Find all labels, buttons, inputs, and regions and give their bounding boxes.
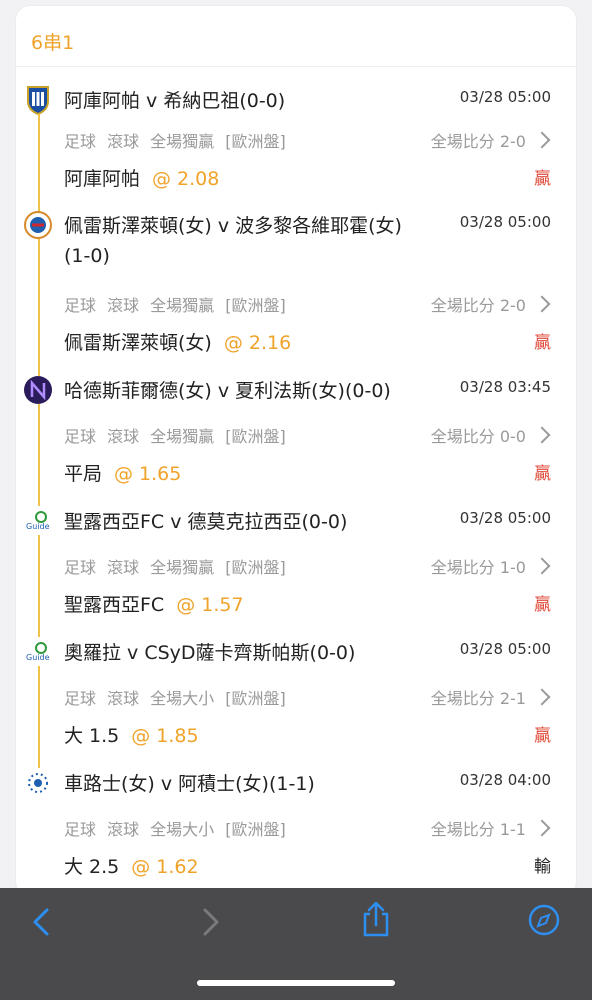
bet-result: 贏	[534, 333, 551, 353]
crest-logo-icon	[24, 211, 52, 239]
bet-odds: @ 2.08	[152, 168, 220, 190]
match-time: 03/28 04:00	[459, 771, 551, 789]
bet-result: 贏	[534, 726, 551, 746]
chevron-right-icon[interactable]	[533, 131, 551, 149]
guide-logo-icon: Guide	[24, 507, 52, 535]
bet-meta: 足球 滾球 全場獨贏 [歐洲盤]	[64, 558, 286, 577]
home-indicator[interactable]	[197, 980, 395, 986]
match-title: 佩雷斯澤萊頓(女) v 波多黎各維耶霍(女)(1-0)	[64, 215, 402, 267]
chevron-right-icon[interactable]	[533, 295, 551, 313]
svg-text:Guide: Guide	[26, 522, 50, 531]
full-score: 全場比分 1-1	[430, 820, 526, 839]
match-time: 03/28 03:45	[459, 378, 551, 396]
chevron-right-icon[interactable]	[533, 819, 551, 837]
full-score: 全場比分 0-0	[430, 427, 526, 446]
bet-odds: @ 1.62	[131, 856, 199, 878]
bet-item[interactable]: Guide 聖露西亞FC v 德莫克拉西亞(0-0) 03/28 05:00 足…	[16, 507, 576, 637]
bet-result: 贏	[534, 169, 551, 189]
bet-pick: 大 1.5 @ 1.85	[64, 725, 199, 747]
full-score: 全場比分 1-0	[430, 558, 526, 577]
match-time: 03/28 05:00	[459, 640, 551, 658]
bet-result: 贏	[534, 595, 551, 615]
bet-odds: @ 2.16	[223, 332, 292, 354]
bet-meta: 足球 滾球 全場獨贏 [歐洲盤]	[64, 132, 286, 151]
parlay-card: 6串1 阿庫阿帕 v 希納巴祖(0-0) 03/28 05:00 足球 滾球 全…	[16, 6, 576, 896]
bet-pick: 聖露西亞FC @ 1.57	[64, 594, 244, 616]
bet-pick: 平局 @ 1.65	[64, 463, 182, 485]
bet-item[interactable]: 車路士(女) v 阿積士(女)(1-1) 03/28 04:00 足球 滾球 全…	[16, 769, 576, 894]
bet-meta: 足球 滾球 全場大小 [歐洲盤]	[64, 820, 286, 839]
n-logo-icon	[24, 376, 52, 404]
bet-pick: 阿庫阿帕 @ 2.08	[64, 168, 220, 190]
bet-result: 贏	[534, 464, 551, 484]
stars-logo-icon	[24, 769, 52, 797]
bet-meta: 足球 滾球 全場獨贏 [歐洲盤]	[64, 296, 286, 315]
card-header: 6串1	[16, 6, 576, 67]
chevron-right-icon[interactable]	[533, 557, 551, 575]
match-title: 奧羅拉 v CSyD薩卡齊斯帕斯(0-0)	[64, 642, 356, 664]
match-title: 聖露西亞FC v 德莫克拉西亞(0-0)	[64, 511, 348, 533]
guide-logo-icon: Guide	[24, 638, 52, 666]
full-score: 全場比分 2-0	[430, 296, 526, 315]
match-time: 03/28 05:00	[459, 88, 551, 106]
full-score: 全場比分 2-1	[430, 689, 526, 708]
chevron-right-icon[interactable]	[533, 688, 551, 706]
back-icon[interactable]	[28, 906, 56, 942]
match-title: 車路士(女) v 阿積士(女)(1-1)	[64, 773, 315, 795]
match-time: 03/28 05:00	[459, 509, 551, 527]
bet-meta: 足球 滾球 全場獨贏 [歐洲盤]	[64, 427, 286, 446]
forward-icon[interactable]	[196, 906, 224, 942]
share-icon[interactable]	[360, 900, 392, 942]
bet-odds: @ 1.85	[131, 725, 199, 747]
chevron-right-icon[interactable]	[533, 426, 551, 444]
bet-item[interactable]: Guide 奧羅拉 v CSyD薩卡齊斯帕斯(0-0) 03/28 05:00 …	[16, 638, 576, 768]
parlay-title: 6串1	[31, 32, 75, 54]
bet-item[interactable]: 佩雷斯澤萊頓(女) v 波多黎各維耶霍(女)(1-0) 03/28 05:00 …	[16, 211, 576, 376]
match-time: 03/28 05:00	[459, 213, 551, 231]
bet-item[interactable]: 哈德斯菲爾德(女) v 夏利法斯(女)(0-0) 03/28 03:45 足球 …	[16, 376, 576, 506]
compass-icon[interactable]	[527, 903, 561, 941]
bet-odds: @ 1.57	[176, 594, 244, 616]
shield-logo-icon	[24, 86, 52, 115]
bet-odds: @ 1.65	[114, 463, 182, 485]
match-title: 哈德斯菲爾德(女) v 夏利法斯(女)(0-0)	[64, 380, 391, 402]
bet-pick: 大 2.5 @ 1.62	[64, 856, 199, 878]
svg-text:Guide: Guide	[26, 653, 50, 662]
bet-result: 輸	[534, 857, 551, 877]
full-score: 全場比分 2-0	[430, 132, 526, 151]
bet-item[interactable]: 阿庫阿帕 v 希納巴祖(0-0) 03/28 05:00 足球 滾球 全場獨贏 …	[16, 86, 576, 216]
bet-meta: 足球 滾球 全場大小 [歐洲盤]	[64, 689, 286, 708]
bet-pick: 佩雷斯澤萊頓(女) @ 2.16	[64, 332, 292, 354]
match-title: 阿庫阿帕 v 希納巴祖(0-0)	[64, 90, 286, 112]
